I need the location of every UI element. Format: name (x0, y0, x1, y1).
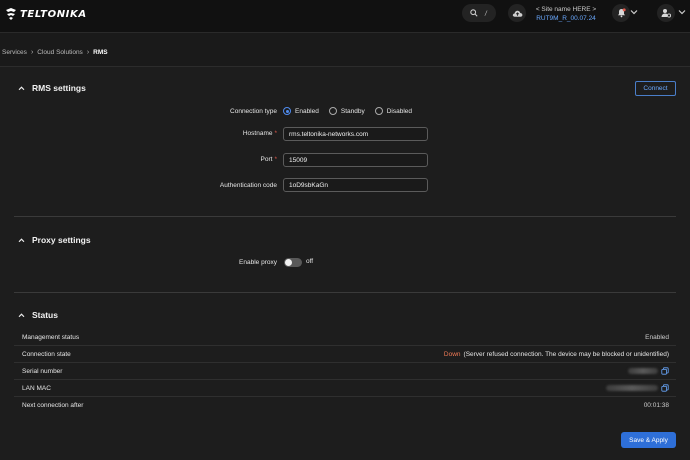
port-input[interactable]: 15009 (283, 153, 428, 167)
top-bar: TELTONIKA / < Site name HERE > RUT9M_R_0… (0, 0, 690, 33)
save-apply-button[interactable]: Save & Apply (621, 432, 676, 448)
status-row-connection-state: Connection state Down (Server refused co… (14, 346, 676, 363)
firmware-version-link[interactable]: RUT9M_R_00.07.24 (531, 14, 601, 23)
radio-enabled-label[interactable]: Enabled (295, 108, 319, 115)
connection-state-down: Down (443, 350, 461, 358)
hostname-input[interactable]: rms.teltonika-networks.com (283, 127, 428, 141)
status-row-next-connection: Next connection after 00:01:38 (14, 397, 676, 414)
proxy-settings-title: Proxy settings (32, 235, 91, 245)
copy-icon[interactable] (661, 384, 669, 392)
notifications-button[interactable] (612, 4, 630, 22)
radio-disabled[interactable] (374, 107, 383, 115)
user-menu-button[interactable] (657, 4, 675, 22)
user-settings-icon (661, 9, 671, 18)
status-title: Status (32, 310, 58, 320)
management-status-value: Enabled (645, 333, 669, 341)
lan-mac-value (606, 384, 669, 392)
hostname-label: Hostname * (137, 130, 277, 137)
breadcrumb: Services › Cloud Solutions › RMS (2, 49, 108, 56)
proxy-settings-header[interactable]: Proxy settings (18, 235, 91, 245)
connect-button[interactable]: Connect (635, 81, 676, 96)
radio-disabled-label[interactable]: Disabled (387, 108, 412, 115)
radio-standby[interactable] (328, 107, 337, 115)
connection-state-detail: (Server refused connection. The device m… (463, 350, 669, 358)
lan-mac-label: LAN MAC (22, 384, 51, 392)
connection-type-radios: Enabled Standby Disabled (283, 107, 418, 115)
enable-proxy-label: Enable proxy (239, 259, 277, 266)
chevron-down-icon[interactable] (630, 9, 638, 15)
radio-enabled[interactable] (283, 107, 291, 115)
breadcrumb-rms: RMS (93, 49, 108, 56)
brand-name: TELTONIKA (20, 8, 87, 20)
enable-proxy-toggle[interactable] (284, 258, 302, 267)
search-icon (470, 9, 478, 17)
management-status-label: Management status (22, 333, 80, 341)
connection-state-label: Connection state (22, 350, 71, 358)
chevron-right-icon: › (30, 49, 34, 56)
cloud-upload-button[interactable] (508, 4, 526, 22)
radio-standby-label[interactable]: Standby (341, 108, 365, 115)
authentication-code-label: Authentication code (219, 182, 277, 189)
next-connection-value: 00:01:38 (643, 402, 669, 409)
connection-state-value: Down (Server refused connection. The dev… (444, 351, 669, 358)
serial-number-blurred (628, 368, 658, 374)
enable-proxy-state: off (306, 258, 314, 265)
section-divider (14, 216, 676, 217)
chevron-down-icon[interactable] (678, 9, 686, 15)
connection-type-label: Connection type (230, 108, 277, 115)
port-label: Port * (137, 156, 277, 163)
status-row-serial: Serial number (14, 363, 676, 380)
status-header[interactable]: Status (18, 310, 58, 320)
teltonika-logo[interactable]: TELTONIKA (4, 6, 87, 22)
serial-number-value (628, 367, 669, 375)
hostname-label-text: Hostname (242, 130, 273, 137)
search-shortcut: / (484, 9, 488, 17)
authentication-code-input[interactable]: 1oD9sbKaGn (283, 178, 428, 192)
required-mark: * (274, 156, 277, 163)
bell-icon (617, 8, 626, 18)
status-row-management: Management status Enabled (14, 329, 676, 346)
port-label-text: Port (260, 156, 273, 163)
logo-mark-icon (6, 8, 16, 20)
next-connection-label: Next connection after (22, 402, 84, 409)
rms-settings-header[interactable]: RMS settings (18, 83, 86, 93)
breadcrumb-services[interactable]: Services (2, 49, 27, 56)
search-button[interactable]: / (462, 4, 496, 22)
copy-icon[interactable] (661, 367, 669, 375)
chevron-right-icon: › (86, 49, 90, 56)
cloud-upload-icon (512, 10, 522, 17)
main-panel: RMS settings Connect Connection type Ena… (0, 66, 690, 460)
chevron-up-icon (18, 85, 25, 90)
required-mark: * (274, 130, 277, 137)
chevron-up-icon (18, 312, 25, 317)
serial-number-label: Serial number (22, 367, 63, 375)
status-row-lan-mac: LAN MAC (14, 380, 676, 397)
lan-mac-blurred (606, 385, 658, 391)
section-divider (14, 292, 676, 293)
breadcrumb-cloud-solutions[interactable]: Cloud Solutions (37, 49, 83, 56)
chevron-up-icon (18, 237, 25, 242)
device-info: < Site name HERE > RUT9M_R_00.07.24 (531, 5, 601, 23)
rms-settings-title: RMS settings (32, 83, 86, 93)
site-name: < Site name HERE > (535, 6, 597, 13)
